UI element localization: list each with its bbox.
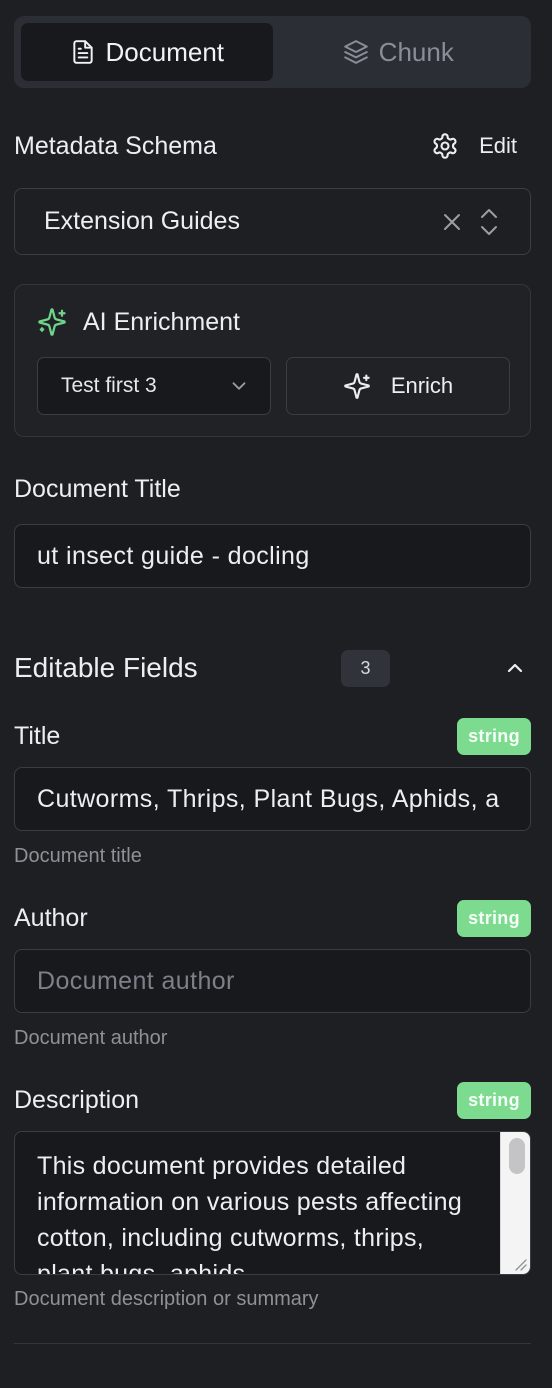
schema-title: Metadata Schema — [14, 131, 217, 160]
document-title-label: Document Title — [14, 475, 181, 503]
tab-chunk-label: Chunk — [378, 36, 454, 67]
editable-fields-title: Editable Fields — [14, 652, 198, 683]
field-author-label: Author — [14, 904, 88, 932]
field-type-badge: string — [457, 718, 531, 755]
ai-enrichment-header: AI Enrichment — [37, 307, 240, 337]
field-author-input[interactable]: Document author — [14, 949, 531, 1013]
field-description-help: Document description or summary — [14, 1288, 319, 1310]
metadata-panel: Document Chunk Metadata Schema Edit Exte… — [0, 0, 552, 1388]
close-icon[interactable] — [440, 210, 464, 234]
editable-fields-header[interactable]: Editable Fields 3 — [14, 644, 531, 692]
field-description-text: This document provides detailed informat… — [37, 1152, 463, 1275]
section-divider — [14, 1343, 531, 1344]
schema-header: Metadata Schema Edit — [14, 124, 531, 168]
gear-icon — [433, 133, 457, 159]
field-type-badge: string — [457, 1082, 531, 1119]
resize-handle-icon[interactable] — [512, 1256, 528, 1272]
file-text-icon — [72, 40, 93, 64]
field-title-label: Title — [14, 722, 61, 750]
ai-enrichment-card: AI Enrichment Test first 3 Enrich — [14, 284, 531, 437]
edit-label: Edit — [479, 133, 517, 158]
field-type-badge: string — [457, 900, 531, 937]
chevrons-up-down-icon — [481, 208, 497, 235]
tab-chunk[interactable]: Chunk — [273, 23, 525, 81]
view-tabs: Document Chunk — [14, 16, 531, 88]
textarea-scrollbar[interactable] — [500, 1132, 530, 1274]
enrich-label: Enrich — [390, 373, 454, 398]
schema-select[interactable]: Extension Guides — [14, 188, 531, 255]
layers-icon — [343, 40, 368, 64]
field-author-help: Document author — [14, 1027, 168, 1049]
tab-document[interactable]: Document — [21, 23, 273, 81]
chevron-down-icon — [232, 382, 246, 390]
enrichment-mode-value: Test first 3 — [61, 374, 157, 397]
sparkles-icon — [38, 308, 66, 336]
field-description-label: Description — [14, 1086, 140, 1114]
tab-document-label: Document — [105, 36, 225, 67]
sparkles-icon — [343, 373, 370, 399]
field-title-input[interactable]: Cutworms, Thrips, Plant Bugs, Aphids, a — [14, 767, 531, 831]
scrollbar-thumb[interactable] — [509, 1138, 525, 1174]
enrich-button[interactable]: Enrich — [286, 357, 510, 415]
field-title-help: Document title — [14, 845, 142, 867]
schema-select-value: Extension Guides — [44, 207, 240, 235]
chevron-up-icon[interactable] — [503, 656, 527, 680]
enrichment-mode-select[interactable]: Test first 3 — [37, 357, 271, 415]
document-title-input[interactable]: ut insect guide - docling — [14, 524, 531, 588]
edit-schema-button[interactable]: Edit — [431, 132, 531, 160]
field-description-textarea[interactable]: This document provides detailed informat… — [14, 1131, 531, 1275]
ai-enrichment-title: AI Enrichment — [83, 307, 241, 336]
fields-count-badge: 3 — [341, 649, 390, 687]
